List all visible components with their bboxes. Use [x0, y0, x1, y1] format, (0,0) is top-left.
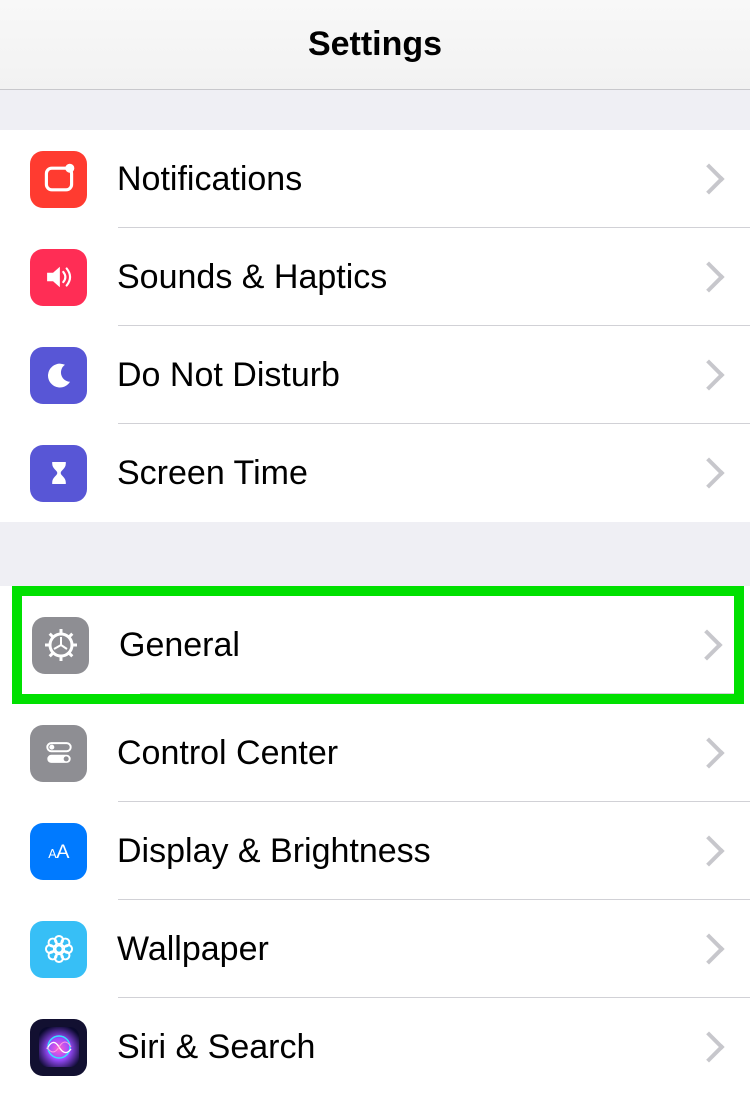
- chevron-right-icon: [693, 1031, 724, 1062]
- row-label: Control Center: [117, 734, 698, 773]
- textsize-icon: A A: [30, 823, 87, 880]
- settings-group-2: General Control Center A A Display & Bri…: [0, 586, 750, 1096]
- notifications-icon: [30, 151, 87, 208]
- row-label: Wallpaper: [117, 930, 698, 969]
- chevron-right-icon: [693, 933, 724, 964]
- chevron-right-icon: [693, 457, 724, 488]
- row-screen-time[interactable]: Screen Time: [0, 424, 750, 522]
- chevron-right-icon: [693, 261, 724, 292]
- chevron-right-icon: [691, 629, 722, 660]
- row-do-not-disturb[interactable]: Do Not Disturb: [0, 326, 750, 424]
- speaker-icon: [30, 249, 87, 306]
- highlight-general: General: [12, 586, 744, 704]
- row-label: Notifications: [117, 160, 698, 199]
- row-siri-search[interactable]: Siri & Search: [0, 998, 750, 1096]
- chevron-right-icon: [693, 359, 724, 390]
- hourglass-icon: [30, 445, 87, 502]
- row-label: Display & Brightness: [117, 832, 698, 871]
- flower-icon: [30, 921, 87, 978]
- row-control-center[interactable]: Control Center: [0, 704, 750, 802]
- moon-icon: [30, 347, 87, 404]
- settings-group-1: Notifications Sounds & Haptics Do Not Di…: [0, 130, 750, 522]
- toggles-icon: [30, 725, 87, 782]
- svg-text:A: A: [56, 841, 70, 863]
- row-label: General: [119, 626, 696, 665]
- row-display-brightness[interactable]: A A Display & Brightness: [0, 802, 750, 900]
- chevron-right-icon: [693, 163, 724, 194]
- row-label: Sounds & Haptics: [117, 258, 698, 297]
- row-wallpaper[interactable]: Wallpaper: [0, 900, 750, 998]
- row-general[interactable]: General: [22, 596, 734, 694]
- header: Settings: [0, 0, 750, 90]
- row-label: Do Not Disturb: [117, 356, 698, 395]
- chevron-right-icon: [693, 737, 724, 768]
- row-sounds-haptics[interactable]: Sounds & Haptics: [0, 228, 750, 326]
- row-label: Screen Time: [117, 454, 698, 493]
- section-gap: [0, 90, 750, 130]
- section-gap: [0, 522, 750, 586]
- page-title: Settings: [308, 25, 442, 64]
- chevron-right-icon: [693, 835, 724, 866]
- row-label: Siri & Search: [117, 1028, 698, 1067]
- row-notifications[interactable]: Notifications: [0, 130, 750, 228]
- siri-icon: [30, 1019, 87, 1076]
- gear-icon: [32, 617, 89, 674]
